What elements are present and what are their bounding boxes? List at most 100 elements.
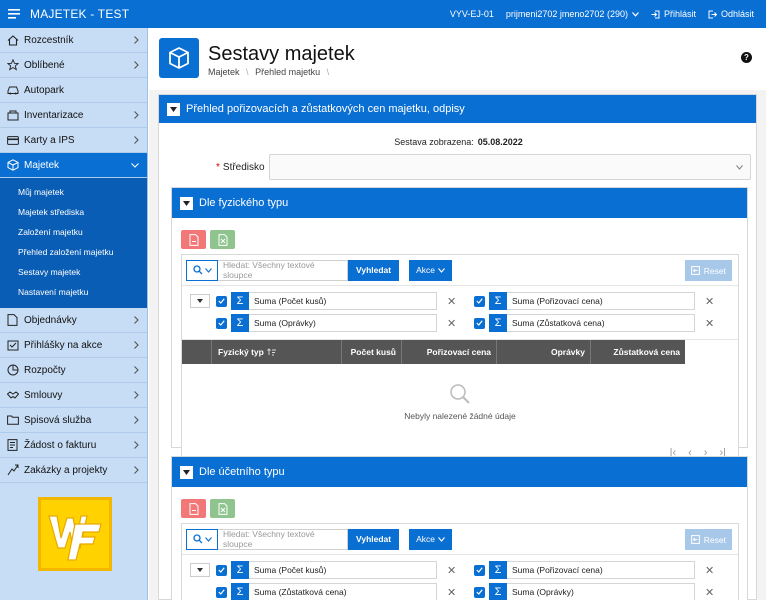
control-label[interactable]: Suma (Zůstatková cena) [249, 583, 437, 600]
reset-label: Reset [703, 265, 726, 276]
sidebar-item-spisova-sluzba[interactable]: Spisová služba [0, 408, 147, 433]
control-row: Σ Suma (Počet kusů) ✕ [216, 561, 456, 579]
remove-control-icon[interactable]: ✕ [705, 295, 714, 308]
column-header-pocet-kusu[interactable]: Počet kusů [342, 340, 402, 364]
remove-control-icon[interactable]: ✕ [705, 586, 714, 599]
reset-label: Reset [703, 534, 726, 545]
breadcrumb-item[interactable]: Majetek [208, 67, 240, 77]
sidebar-item-label: Inventarizace [24, 109, 84, 121]
export-xls-button[interactable] [210, 499, 235, 518]
control-checkbox[interactable] [216, 586, 227, 598]
region-title: Přehled pořizovacích a zůstatkových cen … [186, 103, 465, 115]
sidebar-item-zakazky-projekty[interactable]: Zakázky a projekty [0, 458, 147, 483]
control-checkbox[interactable] [474, 317, 485, 329]
controls-toggle[interactable] [190, 294, 210, 308]
reset-button[interactable]: Reset [684, 529, 732, 550]
search-icon [192, 265, 202, 275]
actions-button[interactable]: Akce [409, 259, 453, 281]
sidebar-item-smlouvy[interactable]: Smlouvy [0, 383, 147, 408]
search-input[interactable]: Hledat: Všechny textové sloupce [218, 528, 348, 550]
control-label[interactable]: Suma (Počet kusů) [249, 561, 437, 579]
sidebar-item-prihlasky[interactable]: Přihlášky na akce [0, 333, 147, 358]
xls-icon [218, 233, 227, 246]
remove-control-icon[interactable]: ✕ [447, 586, 456, 599]
logout-label: Odhlásit [720, 9, 754, 19]
chevron-down-icon [632, 11, 639, 17]
export-buttons [181, 230, 235, 249]
login-link[interactable]: Přihlásit [651, 9, 696, 19]
column-header-opravky[interactable]: Oprávky [497, 340, 591, 364]
collapse-toggle[interactable] [180, 196, 193, 210]
column-header-porizovaci-cena[interactable]: Pořizovací cena [402, 340, 497, 364]
reset-button[interactable]: Reset [684, 260, 732, 281]
remove-control-icon[interactable]: ✕ [447, 295, 456, 308]
control-label[interactable]: Suma (Pořizovací cena) [507, 292, 695, 310]
submenu-item-majetek-strediska[interactable]: Majetek střediska [0, 202, 147, 222]
actions-button[interactable]: Akce [409, 528, 453, 550]
sidebar-item-label: Rozcestník [24, 34, 74, 46]
breadcrumb-item[interactable]: Přehled majetku [255, 67, 320, 77]
sidebar-item-label: Zakázky a projekty [24, 464, 108, 476]
sidebar-item-autopark[interactable]: Autopark [0, 78, 147, 103]
sidebar-item-inventarizace[interactable]: Inventarizace [0, 103, 147, 128]
control-checkbox[interactable] [474, 295, 485, 307]
stredisko-select[interactable] [269, 154, 751, 180]
sidebar-item-label: Žádost o fakturu [24, 439, 97, 451]
interactive-report: Hledat: Všechny textové sloupce Vyhledat… [181, 523, 739, 600]
search-column-dropdown[interactable] [186, 259, 218, 281]
submenu-item-prehled-zalozeni[interactable]: Přehled založení majetku [0, 242, 147, 262]
column-header-zustatkova-cena[interactable]: Zůstatková cena [591, 340, 685, 364]
control-label[interactable]: Suma (Počet kusů) [249, 292, 437, 310]
sidebar-item-karty-ips[interactable]: Karty a IPS [0, 128, 147, 153]
sidebar-item-oblibene[interactable]: Oblíbené [0, 53, 147, 78]
environment-label: VYV-EJ-01 [449, 9, 494, 19]
control-label[interactable]: Suma (Oprávky) [507, 583, 695, 600]
search-button[interactable]: Vyhledat [348, 259, 400, 281]
submenu-item-nastaveni-majetku[interactable]: Nastavení majetku [0, 282, 147, 302]
sidebar-item-majetek[interactable]: Majetek [0, 153, 147, 178]
sidebar-item-zadost-o-fakturu[interactable]: Žádost o fakturu [0, 433, 147, 458]
remove-control-icon[interactable]: ✕ [705, 317, 714, 330]
export-xls-button[interactable] [210, 230, 235, 249]
export-pdf-button[interactable] [181, 499, 206, 518]
submenu-item-zalozeni-majetku[interactable]: Založení majetku [0, 222, 147, 242]
sort-ascending-icon [267, 348, 276, 356]
report-controls: Σ Suma (Počet kusů) ✕ Σ Suma (Pořizovací… [182, 555, 738, 600]
export-pdf-button[interactable] [181, 230, 206, 249]
submenu-item-sestavy-majetek[interactable]: Sestavy majetek [0, 262, 147, 282]
search-button[interactable]: Vyhledat [348, 528, 400, 550]
control-row: Σ Suma (Pořizovací cena) ✕ [474, 561, 714, 579]
sidebar-item-objednavky[interactable]: Objednávky [0, 308, 147, 333]
menu-toggle-icon[interactable] [0, 0, 28, 28]
app-title[interactable]: MAJETEK - TEST [30, 7, 129, 21]
collapse-toggle[interactable] [180, 465, 193, 479]
controls-toggle[interactable] [190, 563, 210, 577]
project-icon [6, 464, 19, 477]
control-label[interactable]: Suma (Oprávky) [249, 314, 437, 332]
submenu-item-muj-majetek[interactable]: Můj majetek [0, 182, 147, 202]
control-checkbox[interactable] [216, 295, 227, 307]
actions-label: Akce [416, 265, 436, 275]
column-header-fyzicky-typ[interactable]: Fyzický typ [212, 340, 342, 364]
sigma-icon: Σ [489, 561, 507, 579]
collapse-toggle[interactable] [167, 102, 180, 116]
control-checkbox[interactable] [216, 317, 227, 329]
control-label[interactable]: Suma (Zůstatková cena) [507, 314, 695, 332]
logout-link[interactable]: Odhlásit [708, 9, 754, 19]
help-icon[interactable]: ? [741, 52, 752, 63]
sidebar-item-rozpocty[interactable]: Rozpočty [0, 358, 147, 383]
remove-control-icon[interactable]: ✕ [447, 317, 456, 330]
report-toolbar: Hledat: Všechny textové sloupce Vyhledat… [182, 255, 738, 286]
user-menu[interactable]: prijmeni2702 jmeno2702 (290) [506, 9, 639, 19]
control-label[interactable]: Suma (Pořizovací cena) [507, 561, 695, 579]
report-region: Přehled pořizovacích a zůstatkových cen … [158, 94, 757, 600]
search-column-dropdown[interactable] [186, 528, 218, 550]
remove-control-icon[interactable]: ✕ [447, 564, 456, 577]
control-checkbox[interactable] [216, 564, 227, 576]
sidebar-item-label: Spisová služba [24, 414, 92, 426]
search-input[interactable]: Hledat: Všechny textové sloupce [218, 259, 348, 281]
control-checkbox[interactable] [474, 564, 485, 576]
remove-control-icon[interactable]: ✕ [705, 564, 714, 577]
sidebar-item-rozcestnik[interactable]: Rozcestník [0, 28, 147, 53]
control-checkbox[interactable] [474, 586, 485, 598]
